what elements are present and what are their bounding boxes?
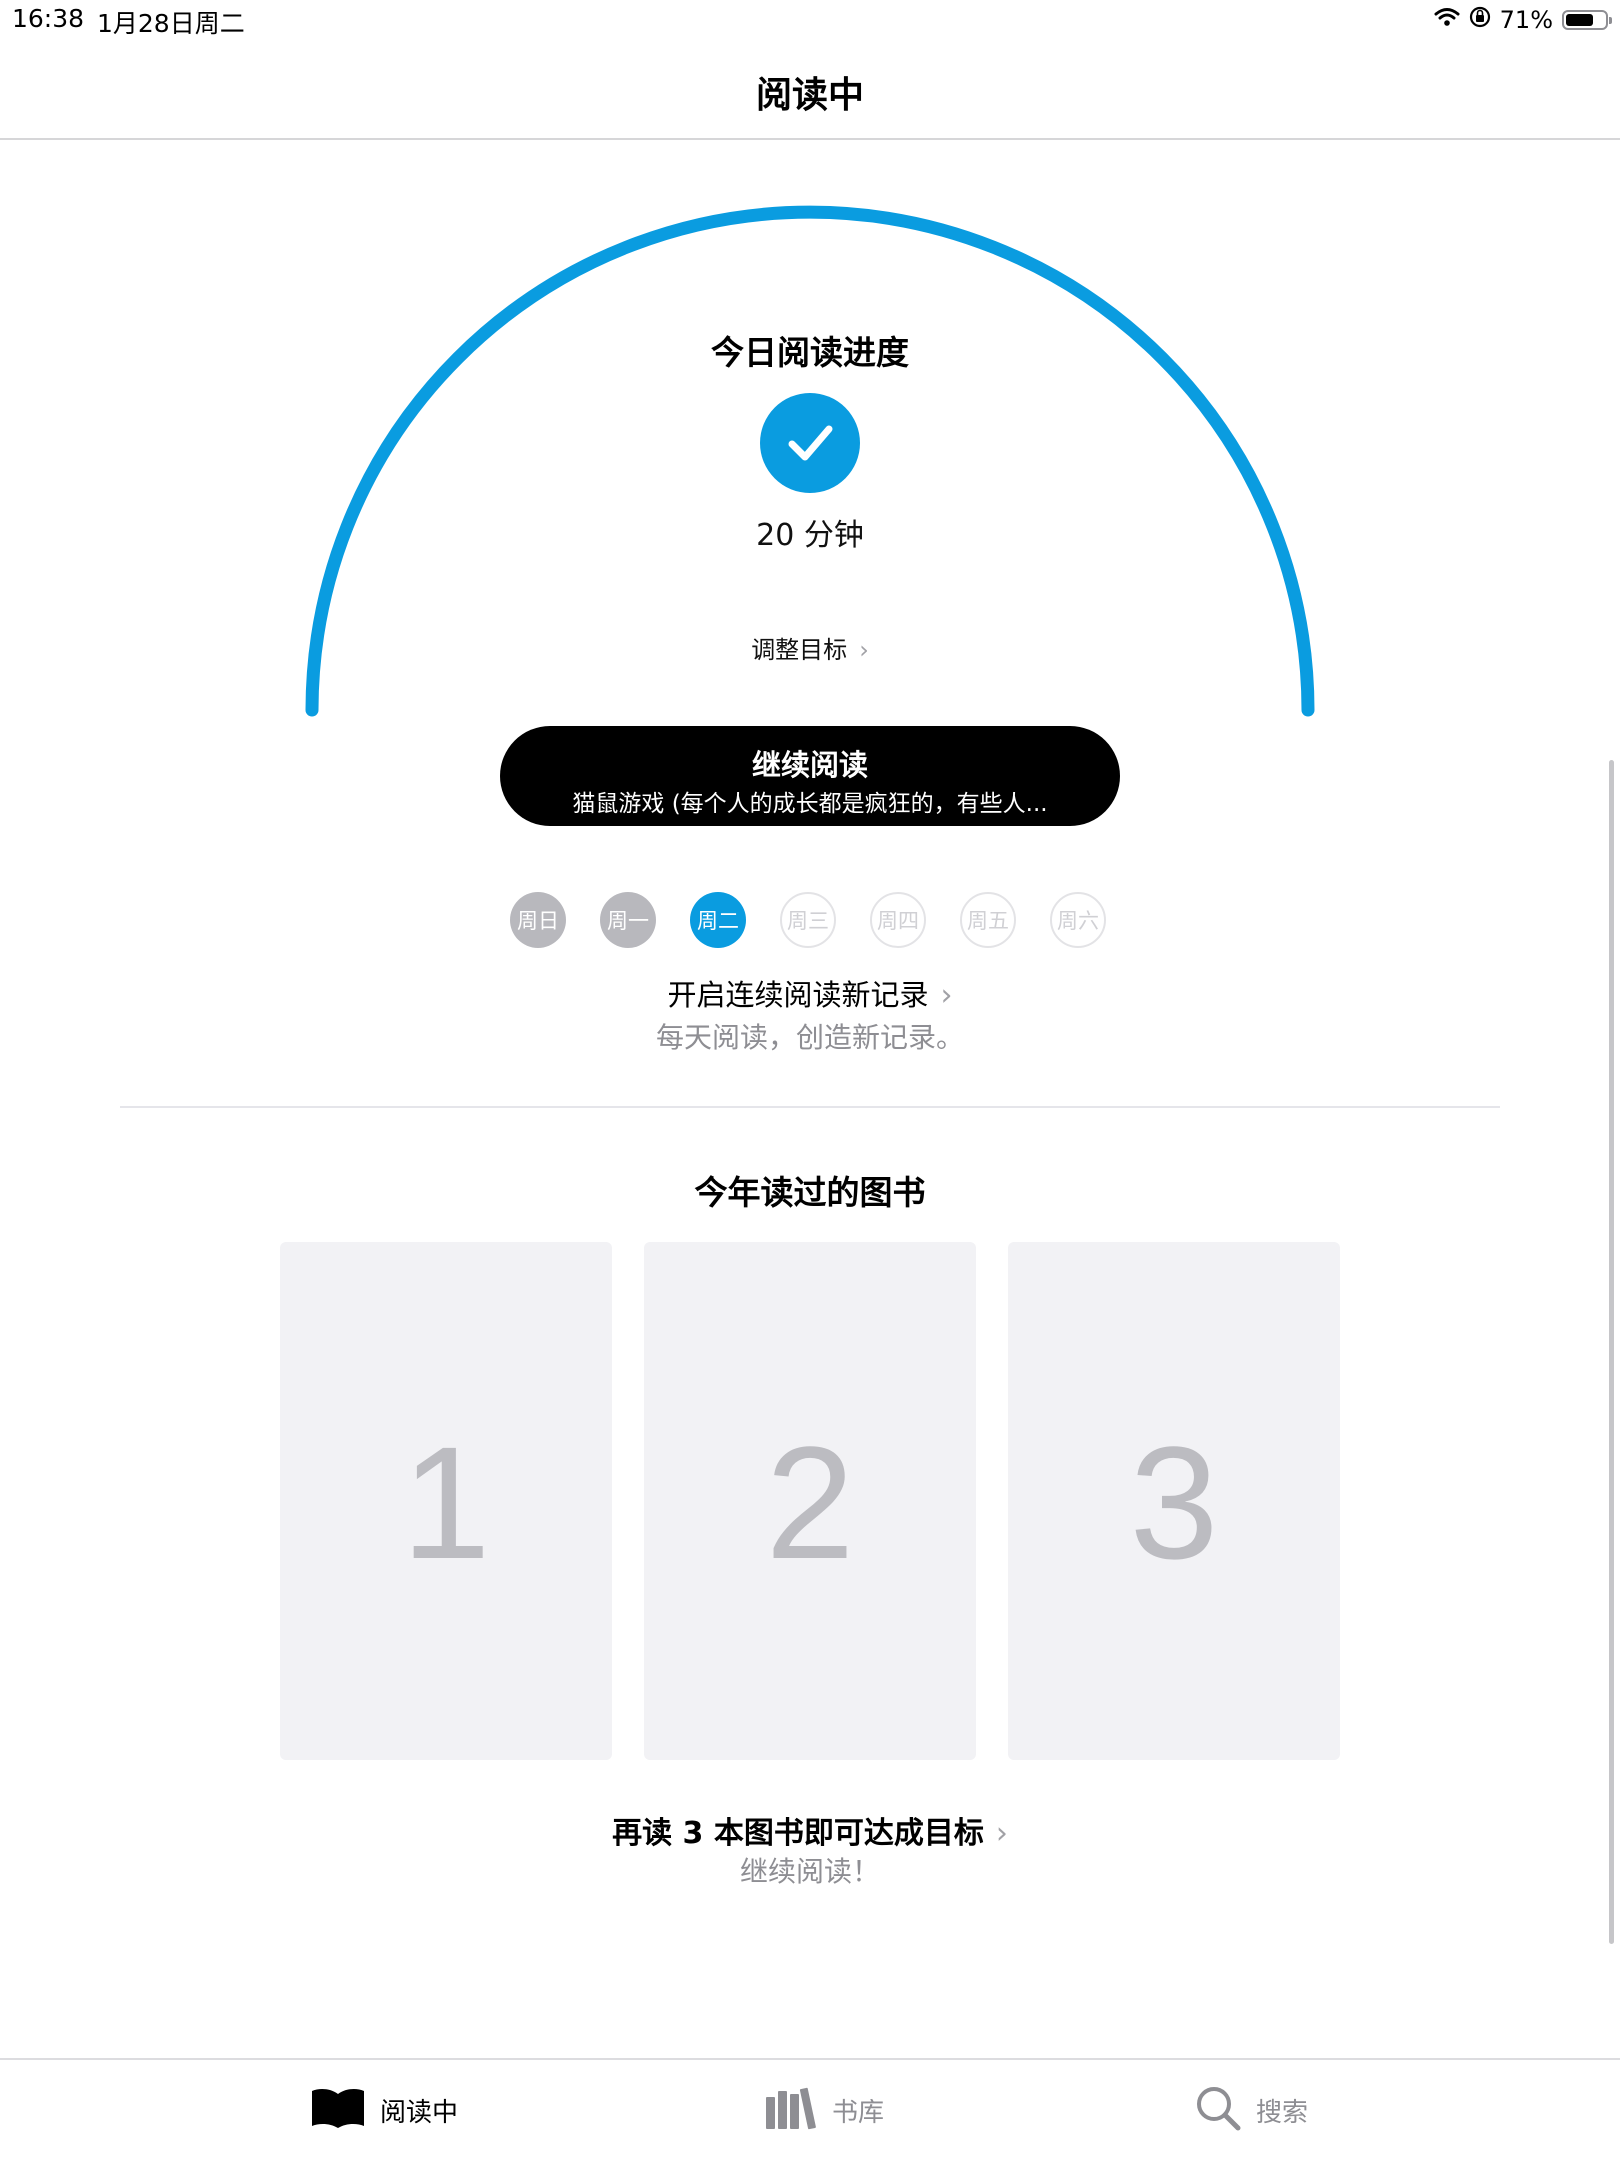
book-slot-number: 1 (401, 1413, 491, 1592)
status-bar: 16:38 1月28日周二 71% (0, 0, 1620, 40)
wifi-icon (1434, 6, 1460, 34)
book-slot[interactable]: 1 (280, 1242, 612, 1760)
book-slot[interactable]: 2 (644, 1242, 976, 1760)
tab-label: 书库 (832, 2097, 885, 2128)
streak-title: 开启连续阅读新记录 (667, 978, 929, 1012)
status-date: 1月28日周二 (97, 9, 245, 38)
battery-cap (1609, 17, 1612, 24)
search-icon (1194, 2084, 1242, 2136)
status-indicators: 71% (1434, 3, 1612, 37)
book-open-icon (310, 2086, 366, 2134)
yearly-goal-title: 再读 3 本图书即可达成目标 (612, 1816, 984, 1851)
chevron-right-icon: › (859, 636, 869, 664)
battery-fill (1566, 14, 1593, 26)
adjust-goal-label: 调整目标 (751, 636, 848, 664)
section-divider (120, 1106, 1500, 1108)
books-this-year-title: 今年读过的图书 (694, 1173, 926, 1212)
yearly-goal-link[interactable]: 再读 3 本图书即可达成目标 › (0, 1808, 1620, 1852)
chevron-right-icon: › (940, 978, 953, 1013)
day-future: 周五 (960, 892, 1016, 948)
orientation-lock-icon (1469, 6, 1491, 34)
library-icon (764, 2085, 818, 2135)
scrollbar[interactable] (1609, 760, 1614, 1944)
day-past: 周日 (510, 892, 566, 948)
battery-icon (1562, 10, 1612, 30)
day-past: 周一 (600, 892, 656, 948)
page-title: 阅读中 (755, 75, 864, 116)
day-future: 周三 (780, 892, 836, 948)
continue-reading-book: 猫鼠游戏 (每个人的成长都是疯狂的，有些人... (572, 791, 1048, 817)
continue-reading-button[interactable]: 继续阅读 猫鼠游戏 (每个人的成长都是疯狂的，有些人... (500, 726, 1120, 826)
reading-minutes: 20 分钟 (756, 518, 864, 553)
day-future: 周四 (870, 892, 926, 948)
daily-progress-title: 今日阅读进度 (711, 333, 909, 372)
day-future: 周六 (1050, 892, 1106, 948)
day-today: 周二 (690, 892, 746, 948)
tab-label: 搜索 (1256, 2097, 1309, 2128)
book-slot-number: 2 (765, 1413, 855, 1592)
tab-library[interactable]: 书库 (764, 2060, 884, 2160)
continue-reading-title: 继续阅读 (751, 748, 868, 782)
nav-bar: 阅读中 (0, 40, 1620, 140)
week-streak: 周日 周一 周二 周三 周四 周五 周六 (510, 892, 1110, 948)
chevron-right-icon: › (995, 1816, 1008, 1851)
tab-reading-now[interactable]: 阅读中 (310, 2060, 458, 2160)
status-time: 16:38 (12, 4, 85, 33)
book-slot[interactable]: 3 (1008, 1242, 1340, 1760)
streak-link[interactable]: 开启连续阅读新记录 › (0, 972, 1620, 1014)
tab-search[interactable]: 搜索 (1194, 2060, 1308, 2160)
tab-bar: 阅读中 书库 搜索 (0, 2058, 1620, 2160)
battery-percent: 71% (1499, 6, 1553, 34)
adjust-goal-link[interactable]: 调整目标 › (0, 630, 1620, 665)
yearly-goal-subtitle: 继续阅读！ (739, 1855, 880, 1888)
book-slot-number: 3 (1129, 1413, 1219, 1592)
tab-label: 阅读中 (380, 2097, 459, 2128)
goal-complete-check-icon (760, 393, 860, 493)
streak-subtitle: 每天阅读，创造新记录。 (655, 1021, 964, 1054)
